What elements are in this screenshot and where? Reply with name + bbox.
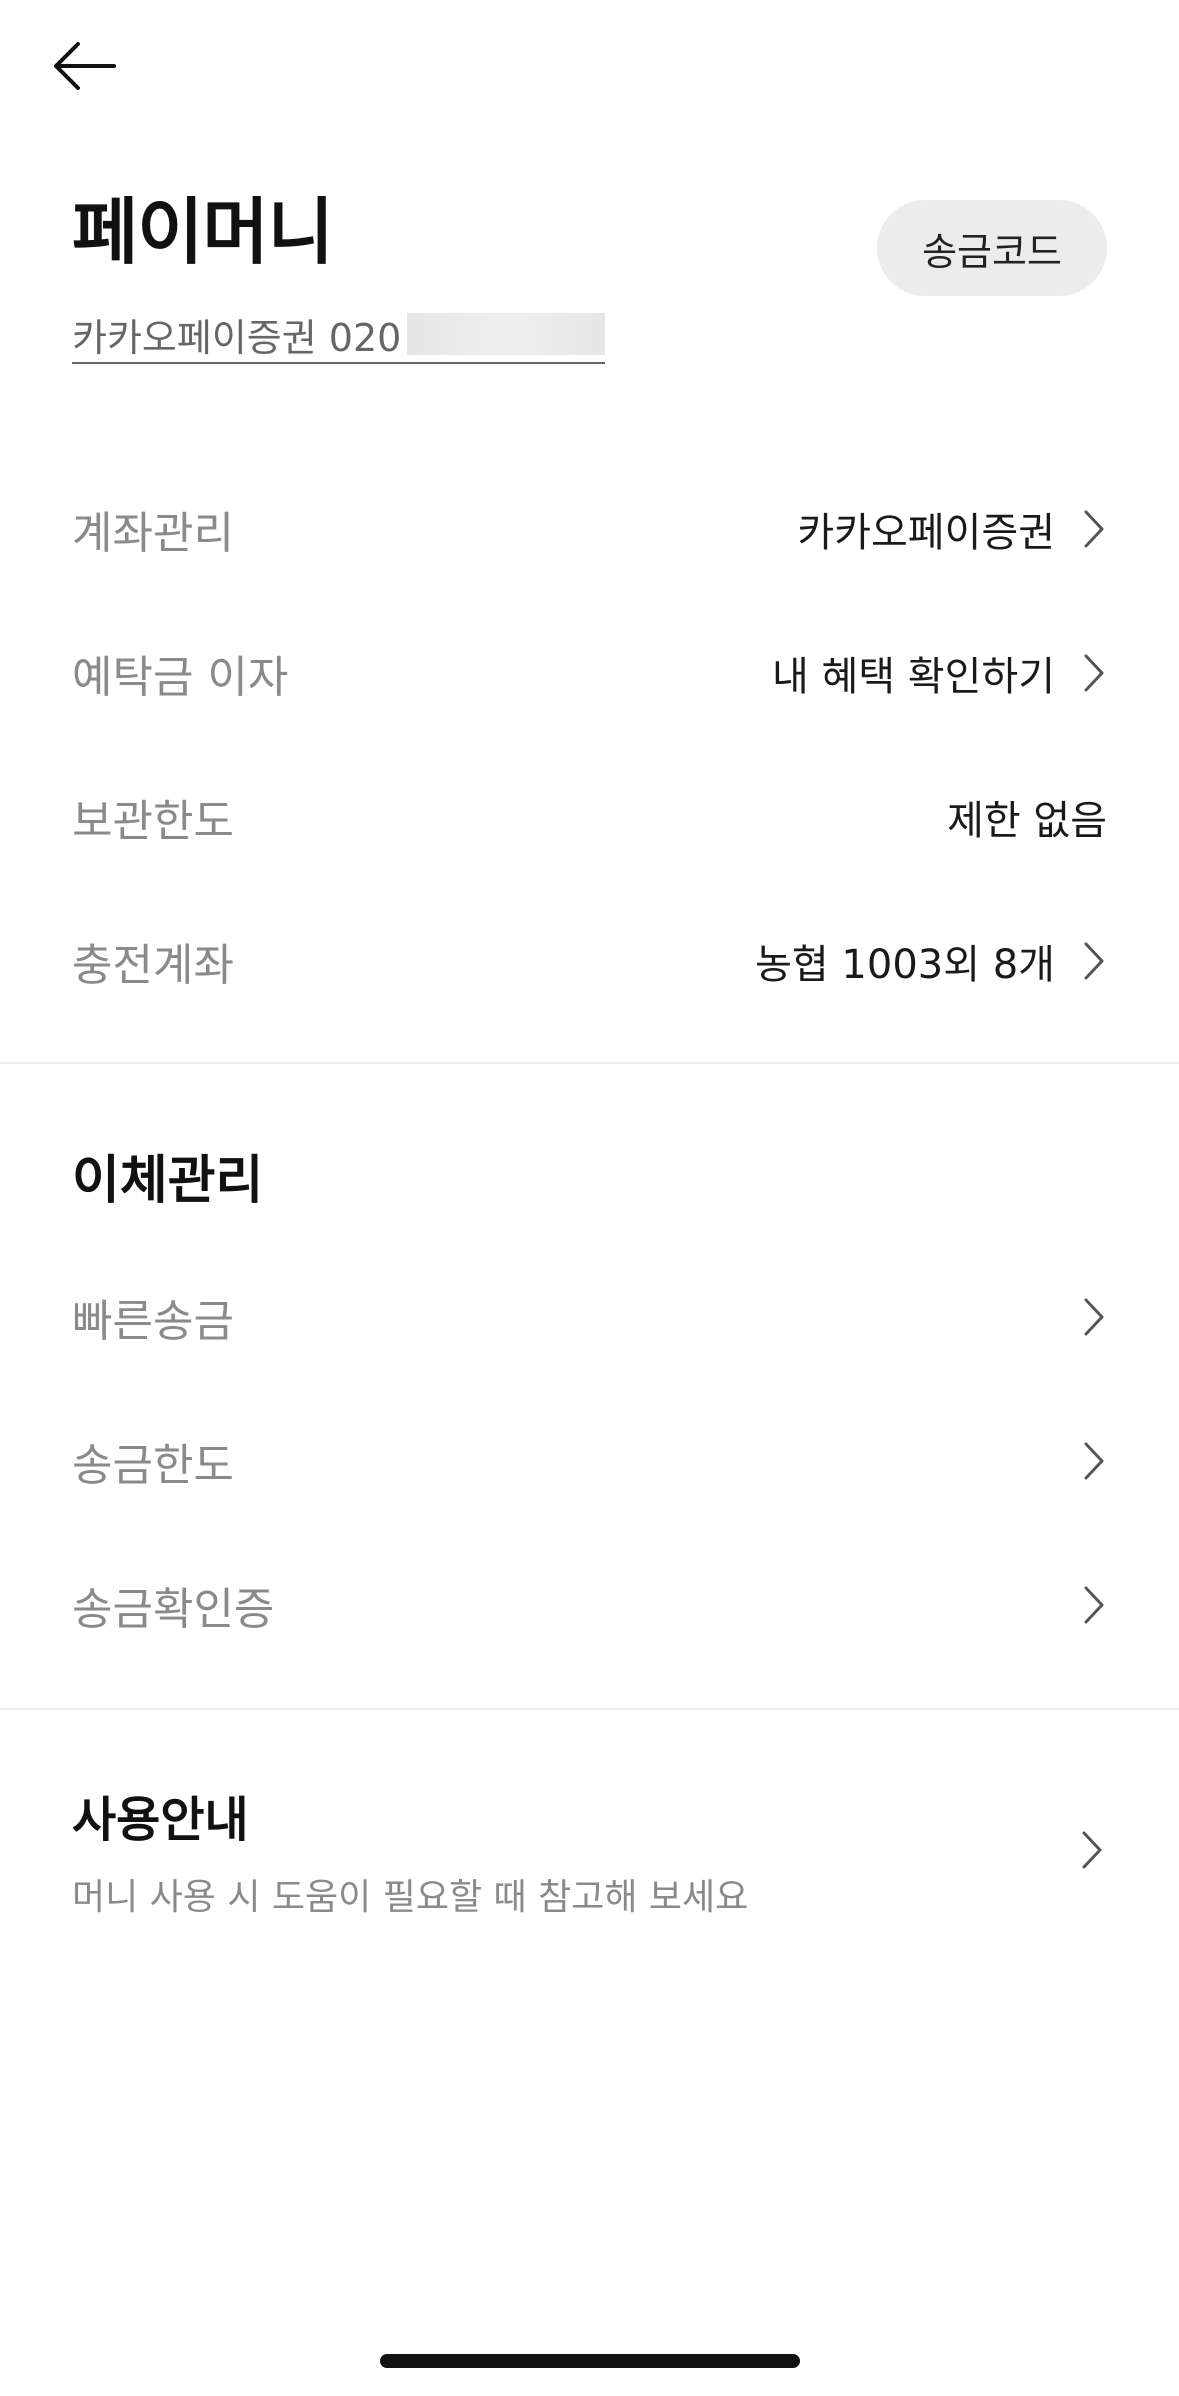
arrow-left-icon — [54, 42, 116, 90]
chevron-right-icon — [1081, 651, 1107, 695]
row-label: 충전계좌 — [72, 940, 234, 991]
guide-subtitle: 머니 사용 시 도움이 필요할 때 참고해 보세요 — [72, 1877, 749, 1918]
deposit-interest-row[interactable]: 예탁금 이자 내 혜택 확인하기 — [0, 618, 1179, 728]
chevron-right-icon — [1081, 939, 1107, 983]
section-divider — [0, 1062, 1179, 1064]
masked-account-digits — [407, 313, 606, 355]
row-label: 예탁금 이자 — [72, 652, 289, 703]
transfer-certificate-row[interactable]: 송금확인증 — [0, 1550, 1179, 1660]
usage-guide-row[interactable]: 사용안내 머니 사용 시 도움이 필요할 때 참고해 보세요 — [0, 1770, 1179, 1930]
row-value: 제한 없음 — [947, 798, 1107, 844]
send-code-button[interactable]: 송금코드 — [877, 200, 1107, 296]
guide-title: 사용안내 — [72, 1792, 249, 1848]
account-number-link[interactable]: 카카오페이증권 020 — [72, 306, 606, 364]
chevron-right-icon — [1081, 507, 1107, 551]
quick-transfer-row[interactable]: 빠른송금 — [0, 1262, 1179, 1372]
page-title: 페이머니 — [72, 190, 334, 274]
row-label: 송금한도 — [72, 1440, 234, 1491]
transfer-limit-row[interactable]: 송금한도 — [0, 1406, 1179, 1516]
account-management-row[interactable]: 계좌관리 카카오페이증권 — [0, 474, 1179, 584]
charge-account-row[interactable]: 충전계좌 농협 1003외 8개 — [0, 906, 1179, 1016]
row-label: 계좌관리 — [72, 508, 234, 559]
account-number-text: 카카오페이증권 020 — [72, 315, 402, 360]
row-label: 송금확인증 — [72, 1584, 275, 1635]
chevron-right-icon — [1081, 1295, 1107, 1339]
storage-limit-row: 보관한도 제한 없음 — [0, 762, 1179, 872]
back-button[interactable] — [48, 34, 120, 98]
row-value: 카카오페이증권 — [797, 510, 1055, 556]
transfer-section-title: 이체관리 — [72, 1151, 264, 1211]
chevron-right-icon — [1081, 1439, 1107, 1483]
row-label: 빠른송금 — [72, 1296, 234, 1347]
section-divider — [0, 1708, 1179, 1710]
chevron-right-icon — [1081, 1830, 1107, 1874]
row-value: 내 혜택 확인하기 — [771, 654, 1055, 700]
home-indicator — [380, 2354, 800, 2368]
chevron-right-icon — [1081, 1583, 1107, 1627]
row-label: 보관한도 — [72, 796, 234, 847]
row-value: 농협 1003외 8개 — [755, 942, 1055, 988]
